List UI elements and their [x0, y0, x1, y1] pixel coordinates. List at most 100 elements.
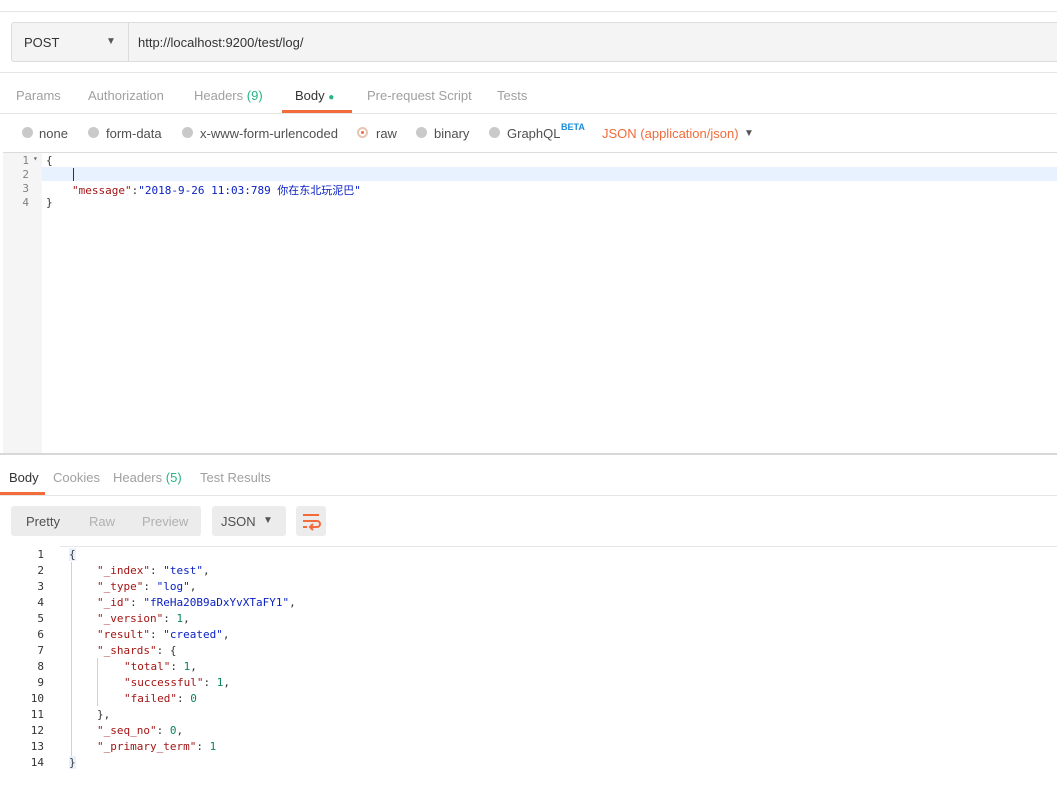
text-cursor	[73, 168, 74, 181]
line-number: 7	[37, 644, 44, 657]
radio-binary[interactable]	[416, 127, 427, 138]
json-key: "_version"	[97, 612, 164, 625]
line-number: 3	[37, 580, 44, 593]
line-number: 12	[30, 724, 44, 737]
response-headers-count-badge: (5)	[165, 470, 182, 485]
line-number: 3	[22, 182, 29, 195]
code-brace-open: {	[69, 548, 76, 561]
json-key: "failed"	[124, 692, 177, 705]
divider	[0, 72, 1057, 73]
indent-guide	[97, 658, 98, 706]
code-line-message: "message":"2018-9-26 11:03:789 你在东北玩泥巴"	[72, 182, 361, 198]
method-select[interactable]: POST ▼	[12, 23, 129, 61]
json-value: "test"	[163, 564, 203, 577]
tab-body[interactable]: Body ●	[295, 88, 334, 103]
code-line: "_shards": {	[97, 644, 177, 657]
panel-resize-handle[interactable]	[0, 453, 1057, 455]
request-body-editor[interactable]: 1 ▾ 2 3 4 { "message":"2018-9-26 11:03:7…	[3, 152, 1057, 453]
json-key: "_primary_term"	[97, 740, 197, 753]
json-key: "_seq_no"	[97, 724, 157, 737]
tab-params[interactable]: Params	[16, 88, 61, 103]
format-select[interactable]: JSON ▼	[212, 506, 286, 536]
response-tab-cookies[interactable]: Cookies	[53, 470, 100, 485]
tab-prerequest-script[interactable]: Pre-request Script	[367, 88, 472, 103]
line-number: 8	[37, 660, 44, 673]
tab-headers[interactable]: Headers (9)	[194, 88, 263, 103]
divider	[0, 495, 1057, 496]
url-input[interactable]: http://localhost:9200/test/log/	[138, 35, 304, 50]
radio-none[interactable]	[22, 127, 33, 138]
format-select-label: JSON	[221, 514, 256, 529]
method-label: POST	[24, 35, 60, 50]
code-line: "total": 1,	[124, 660, 197, 673]
code-line: "_primary_term": 1	[97, 740, 217, 753]
line-number: 9	[37, 676, 44, 689]
code-line: "failed": 0	[124, 692, 197, 705]
json-value: "fReHa20B9aDxYvXTaFY1"	[143, 596, 290, 609]
radio-urlencoded[interactable]	[182, 127, 193, 138]
json-key: "_shards"	[97, 644, 157, 657]
json-key: "_index"	[97, 564, 150, 577]
divider	[0, 113, 1057, 114]
line-number: 6	[37, 628, 44, 641]
response-tab-test-results[interactable]: Test Results	[200, 470, 271, 485]
response-tab-headers[interactable]: Headers (5)	[113, 470, 182, 485]
indent-guide	[71, 562, 72, 760]
line-number: 5	[37, 612, 44, 625]
code-line: "_index": "test",	[97, 564, 210, 577]
beta-badge: BETA	[561, 122, 585, 132]
divider	[60, 546, 1057, 547]
json-value: 1	[176, 612, 184, 625]
top-strip	[0, 0, 1057, 12]
json-value: 0	[169, 724, 177, 737]
tab-authorization[interactable]: Authorization	[88, 88, 164, 103]
code-line: "_version": 1,	[97, 612, 190, 625]
view-pretty-button[interactable]: Pretty	[26, 514, 60, 529]
tab-tests[interactable]: Tests	[497, 88, 527, 103]
view-preview-button[interactable]: Preview	[142, 514, 188, 529]
code-brace-close: }	[69, 756, 76, 769]
json-value: 1	[183, 660, 191, 673]
radio-graphql[interactable]	[489, 127, 500, 138]
radio-graphql-label: GraphQL	[507, 126, 561, 141]
headers-count-badge: (9)	[246, 88, 263, 103]
line-number: 11	[30, 708, 44, 721]
json-key: "_id"	[97, 596, 131, 609]
line-number: 2	[22, 168, 29, 181]
json-value: "2018-9-26 11:03:789 你在东北玩泥巴"	[138, 184, 361, 197]
response-tab-body[interactable]: Body	[9, 470, 39, 485]
code-line: "_type": "log",	[97, 580, 197, 593]
code-line: "successful": 1,	[124, 676, 230, 689]
line-number: 1	[22, 154, 29, 167]
radio-form-data[interactable]	[88, 127, 99, 138]
line-number: 4	[37, 596, 44, 609]
chevron-down-icon[interactable]: ▼	[744, 128, 754, 139]
body-modified-dot-icon: ●	[328, 92, 335, 103]
content-type-select[interactable]: JSON (application/json)	[602, 126, 739, 141]
fold-arrow-icon[interactable]: ▾	[33, 154, 38, 163]
code-brace-close: }	[46, 196, 53, 209]
code-brace-open: {	[46, 154, 53, 167]
view-raw-button[interactable]: Raw	[89, 514, 115, 529]
json-value: 1	[209, 740, 217, 753]
json-key: "successful"	[124, 676, 204, 689]
wrap-lines-icon	[303, 514, 321, 531]
response-tab-headers-label: Headers	[113, 470, 163, 485]
line-number: 10	[30, 692, 44, 705]
radio-raw[interactable]	[357, 127, 368, 138]
line-number: 2	[37, 564, 44, 577]
radio-raw-label: raw	[376, 126, 397, 141]
json-value: "created"	[163, 628, 223, 641]
json-value: 0	[190, 692, 197, 705]
radio-binary-label: binary	[434, 126, 470, 141]
tab-headers-label: Headers	[194, 88, 244, 103]
line-number: 14	[30, 756, 44, 769]
json-value: "log"	[156, 580, 190, 593]
view-mode-segmented: Pretty Raw Preview	[11, 506, 201, 536]
json-key: "total"	[124, 660, 171, 673]
chevron-down-icon: ▼	[263, 515, 273, 526]
line-number: 13	[30, 740, 44, 753]
wrap-lines-button[interactable]	[296, 506, 326, 536]
json-key: "result"	[97, 628, 150, 641]
json-key: "message"	[72, 184, 132, 197]
